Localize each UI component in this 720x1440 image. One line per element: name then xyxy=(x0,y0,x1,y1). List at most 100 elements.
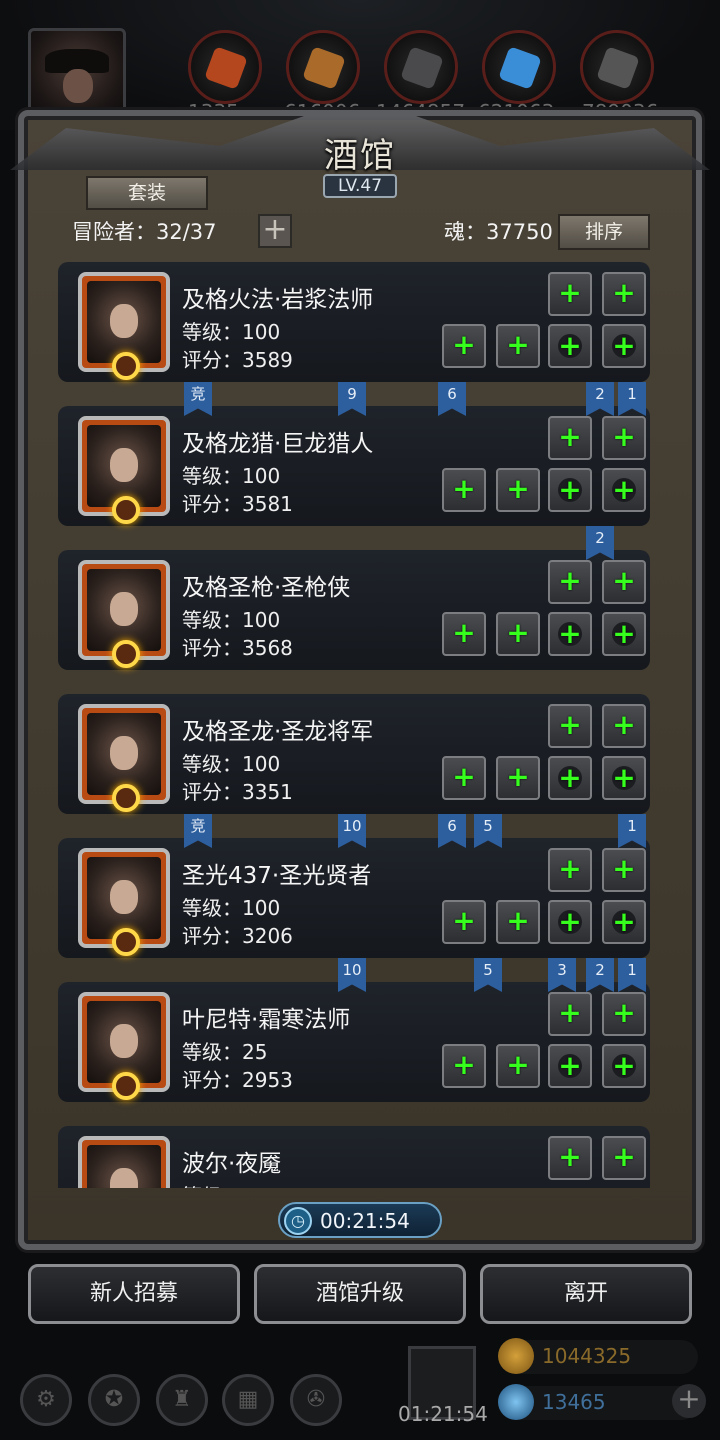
add-equip-icon: + xyxy=(558,1140,582,1173)
hero-level: 等级：25 xyxy=(182,1040,268,1064)
equip-slot[interactable]: + xyxy=(548,272,592,316)
gem-value: 13465 xyxy=(542,1390,606,1414)
hero-portrait[interactable] xyxy=(78,560,170,668)
accessory-slot[interactable]: + xyxy=(602,1044,646,1088)
weapon-slot[interactable]: + xyxy=(442,324,486,368)
gold-value: 1044325 xyxy=(542,1344,632,1368)
equip-slot[interactable]: + xyxy=(602,704,646,748)
hero-card[interactable]: 及格圣龙·圣龙将军 等级：100 评分：3351 + + + + + + xyxy=(58,694,650,814)
weapon-slot[interactable]: + xyxy=(496,468,540,512)
equip-slot[interactable]: + xyxy=(602,272,646,316)
equip-slot[interactable]: + xyxy=(602,848,646,892)
equip-slot[interactable]: + xyxy=(548,848,592,892)
hero-list[interactable]: 及格火法·岩浆法师 等级：100 评分：3589 + + + + + + 及格龙猎·巨龙猎人 等级：… xyxy=(58,262,650,1188)
hero-card[interactable]: 圣光437·圣光贤者 等级：100 评分：3206 + + + + + + xyxy=(58,838,650,958)
accessory-slot[interactable]: + xyxy=(548,1044,592,1088)
forge-icon[interactable]: ✇ xyxy=(290,1374,342,1426)
rank-row: 10 5 3 2 1 xyxy=(58,958,650,992)
rank-flag: 2 xyxy=(586,526,614,560)
meat-icon[interactable] xyxy=(188,30,262,104)
accessory-slot[interactable]: + xyxy=(602,900,646,944)
portrait-face xyxy=(110,448,138,482)
rank-flag: 3 xyxy=(548,958,576,992)
settings-icon[interactable]: ⚙ xyxy=(20,1374,72,1426)
rank-flag: 5 xyxy=(474,814,502,848)
accessory-slot[interactable]: + xyxy=(548,900,592,944)
hero-portrait[interactable] xyxy=(78,1136,170,1188)
iron-icon[interactable] xyxy=(580,30,654,104)
face-shape xyxy=(63,69,93,103)
recruit-button[interactable]: 新人招募 xyxy=(28,1264,240,1324)
equip-slot[interactable]: + xyxy=(548,416,592,460)
accessory-slot[interactable]: + xyxy=(602,468,646,512)
add-equip-icon: + xyxy=(506,760,530,793)
weapon-slot[interactable]: + xyxy=(442,468,486,512)
equip-slot[interactable]: + xyxy=(602,560,646,604)
equip-slot[interactable]: + xyxy=(602,992,646,1036)
accessory-slot[interactable]: + xyxy=(548,756,592,800)
weapon-slot[interactable]: + xyxy=(442,1044,486,1088)
hero-portrait[interactable] xyxy=(78,272,170,380)
hero-portrait[interactable] xyxy=(78,992,170,1100)
add-equip-icon: + xyxy=(612,1140,636,1173)
weapon-slot[interactable]: + xyxy=(496,612,540,656)
accessory-slot[interactable]: + xyxy=(602,612,646,656)
set-tab-button[interactable]: 套装 xyxy=(86,176,208,210)
hero-card[interactable]: 及格火法·岩浆法师 等级：100 评分：3589 + + + + + + xyxy=(58,262,650,382)
hero-portrait[interactable] xyxy=(78,704,170,812)
hero-portrait[interactable] xyxy=(78,848,170,956)
hero-portrait[interactable] xyxy=(78,416,170,524)
hero-name: 叶尼特·霜寒法师 xyxy=(182,1007,351,1033)
weapon-slot[interactable]: + xyxy=(496,900,540,944)
hero-card[interactable]: 叶尼特·霜寒法师 等级：25 评分：2953 + + + + + + xyxy=(58,982,650,1102)
weapon-slot[interactable]: + xyxy=(442,900,486,944)
add-currency-button[interactable]: + xyxy=(672,1384,706,1418)
hero-level: 等级：100 xyxy=(182,752,281,776)
hero-score: 评分：3589 xyxy=(182,348,293,372)
tavern-level-badge: LV.47 xyxy=(323,174,397,198)
helmet-icon[interactable]: ♜ xyxy=(156,1374,208,1426)
hero-card[interactable]: 波尔·夜魇等级：1++++++ xyxy=(58,1126,650,1188)
add-equip-icon: + xyxy=(558,276,582,309)
weapon-slot[interactable]: + xyxy=(442,612,486,656)
add-equip-icon: + xyxy=(612,1049,636,1082)
hero-level: 等级：100 xyxy=(182,320,281,344)
sort-button[interactable]: 排序 xyxy=(558,214,650,250)
portrait-face xyxy=(110,1024,138,1058)
add-equip-icon: + xyxy=(612,420,636,453)
accessory-slot[interactable]: + xyxy=(548,468,592,512)
equip-slot[interactable]: + xyxy=(548,560,592,604)
equip-slot[interactable]: + xyxy=(548,992,592,1036)
clock-icon: ◷ xyxy=(284,1207,312,1235)
equip-slot[interactable]: + xyxy=(548,704,592,748)
hero-card[interactable]: 及格圣枪·圣枪侠 等级：100 评分：3568 + + + + + + xyxy=(58,550,650,670)
weapon-slot[interactable]: + xyxy=(496,1044,540,1088)
add-slot-button[interactable]: + xyxy=(258,214,292,248)
add-equip-icon: + xyxy=(558,996,582,1029)
weapon-slot[interactable]: + xyxy=(496,756,540,800)
hero-level: 等级：100 xyxy=(182,464,281,488)
weapon-slot[interactable]: + xyxy=(442,756,486,800)
hero-icon[interactable]: ✪ xyxy=(88,1374,140,1426)
add-equip-icon: + xyxy=(612,617,636,650)
crystal-icon[interactable] xyxy=(482,30,556,104)
add-equip-icon: + xyxy=(452,760,476,793)
accessory-slot[interactable]: + xyxy=(602,756,646,800)
timer-text: 00:21:54 xyxy=(320,1209,410,1233)
accessory-slot[interactable]: + xyxy=(548,324,592,368)
star-ring-icon xyxy=(112,928,140,956)
hero-card[interactable]: 及格龙猎·巨龙猎人 等级：100 评分：3581 + + + + + + xyxy=(58,406,650,526)
accessory-slot[interactable]: + xyxy=(602,324,646,368)
upgrade-tavern-button[interactable]: 酒馆升级 xyxy=(254,1264,466,1324)
equip-slot[interactable]: + xyxy=(602,1136,646,1180)
accessory-slot[interactable]: + xyxy=(548,612,592,656)
map-icon[interactable]: ▦ xyxy=(222,1374,274,1426)
add-equip-icon: + xyxy=(558,905,582,938)
rank-row: 竞 10 6 5 1 xyxy=(58,814,650,848)
equip-slot[interactable]: + xyxy=(602,416,646,460)
weapon-slot[interactable]: + xyxy=(496,324,540,368)
equip-slot[interactable]: + xyxy=(548,1136,592,1180)
stone-icon[interactable] xyxy=(384,30,458,104)
leave-button[interactable]: 离开 xyxy=(480,1264,692,1324)
wood-icon[interactable] xyxy=(286,30,360,104)
